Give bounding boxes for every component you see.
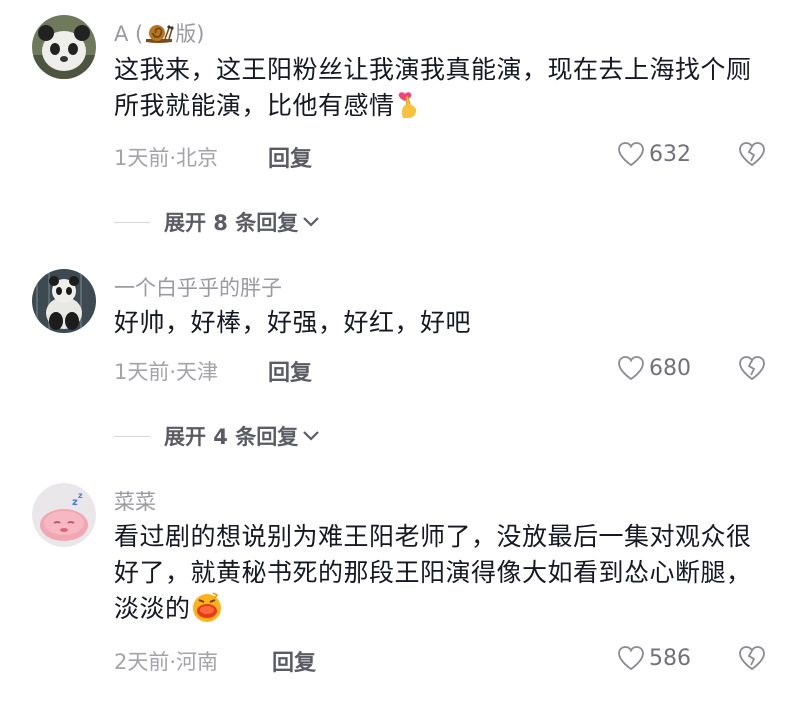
comment-meta: 2天前·河南: [114, 650, 219, 674]
dislike-button[interactable]: [738, 355, 766, 385]
like-count: 586: [649, 645, 691, 671]
comment-meta: 1天前·北京: [114, 146, 219, 170]
broken-heart-icon: [739, 646, 765, 671]
like-button[interactable]: 632: [617, 141, 691, 167]
heart-icon: [618, 142, 644, 167]
svg-text:z: z: [78, 491, 83, 500]
avatar[interactable]: z z: [32, 483, 96, 547]
broken-heart-icon: [739, 142, 765, 167]
avatar[interactable]: [32, 15, 96, 79]
dislike-button[interactable]: [738, 645, 766, 675]
reply-button[interactable]: 回复: [268, 141, 312, 173]
divider-line: [114, 221, 150, 223]
like-count: 680: [649, 355, 691, 381]
heart-icon: [618, 356, 644, 381]
avatar[interactable]: [32, 269, 96, 333]
comment-meta: 1天前·天津: [114, 360, 219, 384]
panda-avatar-icon: [32, 269, 96, 333]
username[interactable]: 菜菜: [114, 486, 156, 516]
heart-icon: [618, 646, 644, 671]
expand-replies-button[interactable]: 展开 8 条回复: [114, 207, 320, 237]
username[interactable]: A ( 版): [114, 18, 204, 51]
broken-heart-icon: [739, 356, 765, 381]
face-emoji: [191, 591, 223, 633]
dislike-button[interactable]: [738, 141, 766, 171]
like-button[interactable]: 680: [617, 355, 691, 381]
pink-character-avatar-icon: z z: [32, 483, 96, 547]
panda-avatar-icon: [32, 15, 96, 79]
expand-replies-button[interactable]: 展开 4 条回复: [114, 421, 320, 451]
comment-text: 这我来，这王阳粉丝让我演我真能演，现在去上海找个厕所我就能演，比他有感情: [114, 52, 774, 130]
chevron-down-icon: [303, 217, 320, 227]
comment-text: 看过剧的想说别为难王阳老师了，没放最后一集对观众很好了，就黄秘书死的那段王阳演得…: [114, 519, 774, 633]
reply-button[interactable]: 回复: [268, 355, 312, 387]
like-count: 632: [649, 141, 691, 167]
chevron-down-icon: [303, 431, 320, 441]
username[interactable]: 一个白乎乎的胖子: [114, 272, 282, 302]
reply-button[interactable]: 回复: [272, 645, 316, 677]
snail-icon: [144, 22, 174, 51]
comment-text: 好帅，好棒，好强，好红，好吧: [114, 308, 472, 337]
finger-heart-emoji: [395, 90, 425, 130]
like-button[interactable]: 586: [617, 645, 691, 671]
divider-line: [114, 435, 150, 437]
